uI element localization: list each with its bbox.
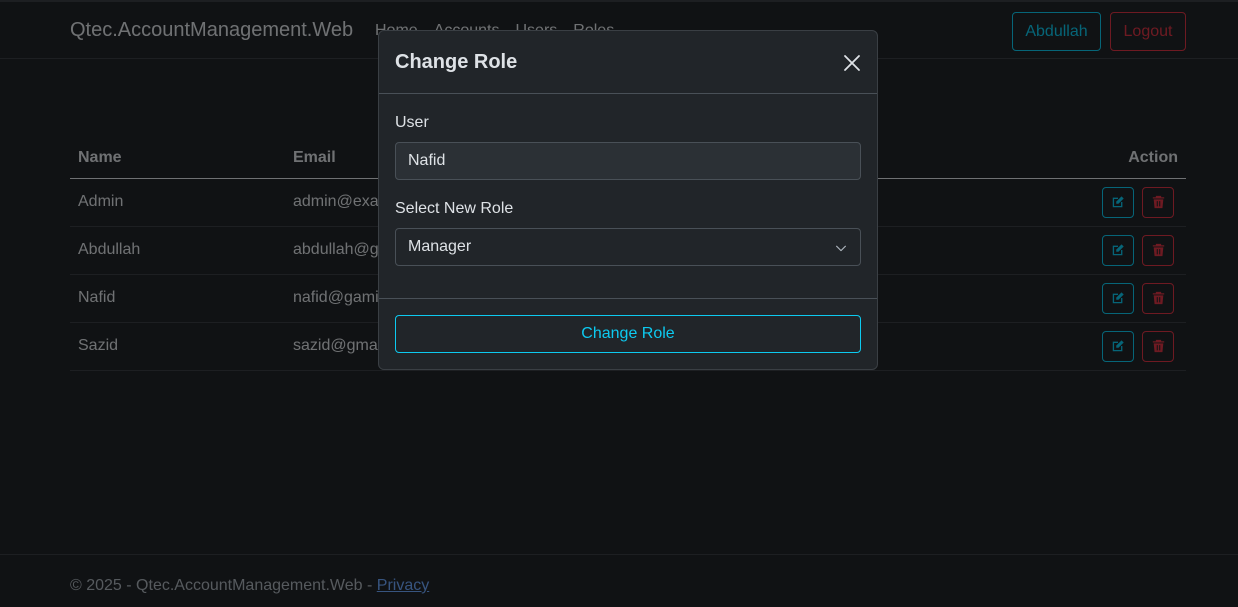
user-label: User <box>395 114 429 131</box>
modal-header: Change Role <box>379 31 877 94</box>
modal-title: Change Role <box>395 51 518 73</box>
close-icon <box>844 55 860 71</box>
role-label: Select New Role <box>395 200 514 217</box>
modal-footer: Change Role <box>379 298 877 370</box>
user-field[interactable]: Nafid <box>395 142 861 180</box>
chevron-down-icon <box>836 245 846 252</box>
role-select-value: Manager <box>408 238 472 255</box>
role-select[interactable]: Manager <box>395 228 861 266</box>
close-button[interactable] <box>842 53 862 73</box>
change-role-modal: Change Role User Nafid Select New Role M… <box>378 30 878 370</box>
change-role-button[interactable]: Change Role <box>395 315 861 353</box>
